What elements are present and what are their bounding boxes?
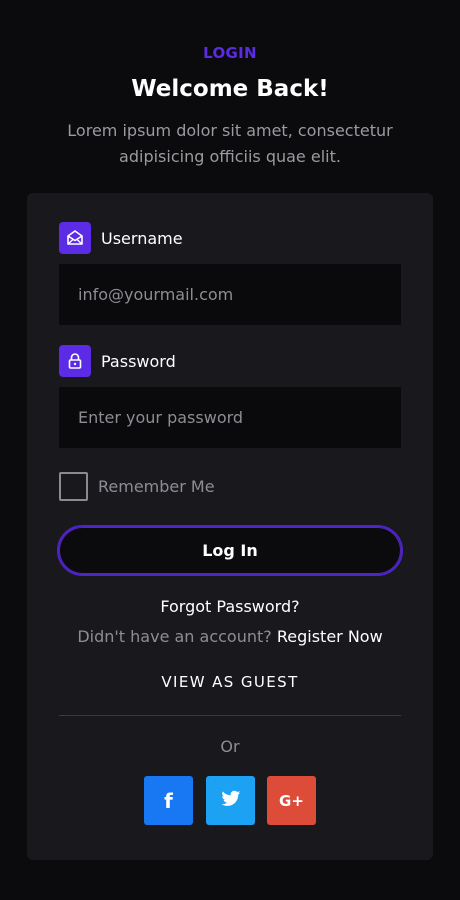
divider [59,715,401,716]
facebook-icon: f [164,788,173,813]
google-plus-button[interactable]: G+ [267,776,316,825]
lock-icon [59,345,91,377]
password-input[interactable] [59,387,401,448]
register-line: Didn't have an account? Register Now [27,627,433,646]
or-separator: Or [220,737,240,756]
twitter-icon [220,790,241,812]
username-input[interactable] [59,264,401,325]
view-as-guest-link[interactable]: VIEW AS GUEST [27,673,433,691]
envelope-icon [59,222,91,254]
twitter-button[interactable] [206,776,255,825]
register-link[interactable]: Register Now [277,627,383,646]
password-label: Password [101,351,176,371]
remember-me[interactable]: Remember Me [59,472,215,501]
page-subtitle: Lorem ipsum dolor sit amet, consectetur … [67,121,393,166]
username-label-row: Username [59,222,183,254]
forgot-password-link[interactable]: Forgot Password? [27,597,433,616]
facebook-button[interactable]: f [144,776,193,825]
remember-me-checkbox[interactable] [59,472,88,501]
google-plus-icon: G+ [279,791,304,810]
password-label-row: Password [59,345,176,377]
login-button[interactable]: Log In [57,525,403,576]
page-title: Welcome Back! [131,76,329,102]
page-eyebrow: LOGIN [203,44,257,62]
register-prompt: Didn't have an account? [77,627,272,646]
username-label: Username [101,228,183,248]
login-card: Username Password Remember Me Log In For… [27,193,433,860]
remember-me-label: Remember Me [98,477,215,496]
